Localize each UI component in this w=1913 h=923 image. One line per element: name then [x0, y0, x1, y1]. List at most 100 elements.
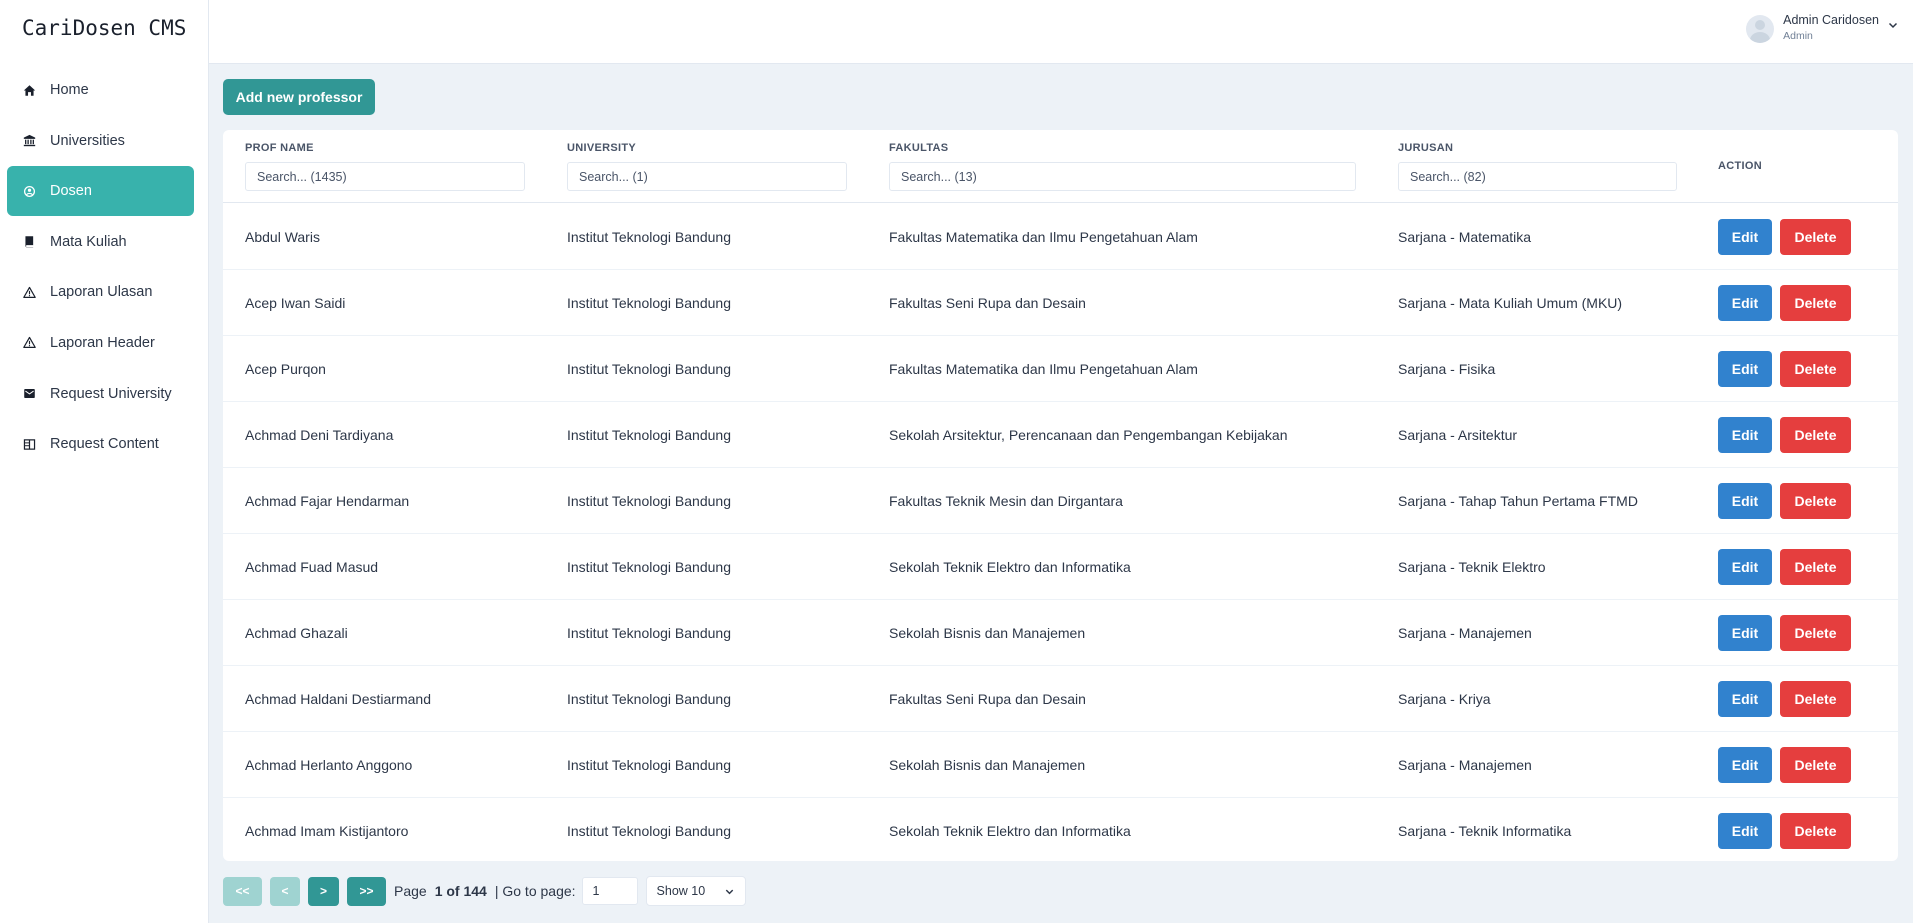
fakultas-cell: Fakultas Matematika dan Ilmu Pengetahuan… — [889, 229, 1198, 245]
university-cell: Institut Teknologi Bandung — [567, 229, 731, 245]
prof-name-cell: Achmad Deni Tardiyana — [245, 427, 394, 443]
previous-page-button[interactable]: < — [270, 876, 300, 906]
user-role: Admin — [1783, 30, 1813, 42]
delete-button[interactable]: Delete — [1780, 747, 1851, 783]
column-header-university: UNIVERSITY — [567, 142, 637, 154]
delete-button[interactable]: Delete — [1780, 285, 1851, 321]
university-cell: Institut Teknologi Bandung — [567, 427, 731, 443]
page-status: 1 of 144 — [434, 883, 487, 899]
jurusan-cell: Sarjana - Kriya — [1398, 691, 1491, 707]
go-to-page-label: | Go to page: — [494, 883, 576, 899]
prof-name-cell: Acep Purqon — [245, 361, 326, 377]
university-cell: Institut Teknologi Bandung — [567, 361, 731, 377]
chevron-down-icon — [1888, 22, 1898, 29]
delete-button[interactable]: Delete — [1780, 549, 1851, 585]
jurusan-cell: Sarjana - Arsitektur — [1398, 427, 1518, 443]
edit-button[interactable]: Edit — [1718, 417, 1772, 453]
table-row: Achmad Herlanto Anggono Institut Teknolog… — [223, 732, 1898, 798]
add-professor-button[interactable]: Add new professor — [223, 79, 375, 115]
pagination: << < > >> Page 1 of 144 | Go to page: Sh… — [223, 876, 746, 906]
page-size-value: Show 10 — [656, 884, 706, 898]
delete-button[interactable]: Delete — [1780, 351, 1851, 387]
jurusan-search-input[interactable] — [1398, 162, 1677, 191]
sidebar-item-request-university[interactable]: Request University — [7, 369, 194, 419]
app-brand: CariDosen CMS — [22, 16, 187, 40]
fakultas-search-input[interactable] — [889, 162, 1356, 191]
prof-name-cell: Achmad Fajar Hendarman — [245, 493, 410, 509]
edit-button[interactable]: Edit — [1718, 681, 1772, 717]
university-cell: Institut Teknologi Bandung — [567, 295, 731, 311]
delete-button[interactable]: Delete — [1780, 615, 1851, 651]
prof-name-search-input[interactable] — [245, 162, 525, 191]
sidebar-item-request-content[interactable]: Request Content — [7, 419, 194, 469]
table-row: Acep Purqon Institut Teknologi Bandung Fak… — [223, 336, 1898, 402]
user-name: Admin Caridosen — [1783, 13, 1879, 27]
sidebar-item-laporan-header[interactable]: Laporan Header — [7, 318, 194, 368]
edit-button[interactable]: Edit — [1718, 483, 1772, 519]
delete-button[interactable]: Delete — [1780, 681, 1851, 717]
prof-name-cell: Achmad Herlanto Anggono — [245, 757, 413, 773]
university-cell: Institut Teknologi Bandung — [567, 823, 731, 839]
top-header: Admin Caridosen Admin — [209, 0, 1913, 64]
last-page-button[interactable]: >> — [347, 876, 386, 906]
table-row: Achmad Fajar Hendarman Institut Teknologi… — [223, 468, 1898, 534]
edit-button[interactable]: Edit — [1718, 615, 1772, 651]
sidebar-item-label: Laporan Header — [50, 334, 155, 351]
first-page-button[interactable]: << — [223, 876, 262, 906]
fakultas-cell: Fakultas Seni Rupa dan Desain — [889, 691, 1086, 707]
delete-button[interactable]: Delete — [1780, 483, 1851, 519]
edit-button[interactable]: Edit — [1718, 285, 1772, 321]
fakultas-cell: Sekolah Bisnis dan Manajemen — [889, 625, 1086, 641]
sidebar: CariDosen CMS Home Universities Dosen Ma… — [0, 0, 209, 923]
delete-button[interactable]: Delete — [1780, 813, 1851, 849]
jurusan-cell: Sarjana - Manajemen — [1398, 757, 1532, 773]
sidebar-item-label: Request Content — [50, 436, 159, 453]
table-row: Achmad Deni Tardiyana Institut Teknologi … — [223, 402, 1898, 468]
mail-icon — [22, 387, 36, 401]
edit-button[interactable]: Edit — [1718, 813, 1772, 849]
columns-icon — [22, 437, 36, 451]
jurusan-cell: Sarjana - Tahap Tahun Pertama FTMD — [1398, 493, 1638, 509]
sidebar-nav: Home Universities Dosen Mata Kuliah Lapo… — [7, 65, 194, 470]
next-page-button[interactable]: > — [308, 876, 339, 906]
dosen-icon — [22, 184, 36, 198]
jurusan-cell: Sarjana - Fisika — [1398, 361, 1496, 377]
university-cell: Institut Teknologi Bandung — [567, 757, 731, 773]
jurusan-cell: Sarjana - Matematika — [1398, 229, 1532, 245]
table-row: Acep Iwan Saidi Institut Teknologi Bandun… — [223, 270, 1898, 336]
prof-name-cell: Achmad Fuad Masud — [245, 559, 379, 575]
edit-button[interactable]: Edit — [1718, 747, 1772, 783]
university-cell: Institut Teknologi Bandung — [567, 691, 731, 707]
page-size-select[interactable]: Show 10 — [645, 876, 746, 906]
sidebar-item-label: Home — [50, 82, 89, 98]
sidebar-item-laporan-ulasan[interactable]: Laporan Ulasan — [7, 267, 194, 317]
sidebar-item-home[interactable]: Home — [7, 65, 194, 115]
sidebar-item-label: Request University — [50, 385, 172, 402]
column-header-jurusan: JURUSAN — [1398, 142, 1454, 154]
edit-button[interactable]: Edit — [1718, 549, 1772, 585]
fakultas-cell: Fakultas Teknik Mesin dan Dirgantara — [889, 493, 1123, 509]
sidebar-item-dosen[interactable]: Dosen — [7, 166, 194, 217]
edit-button[interactable]: Edit — [1718, 351, 1772, 387]
table-row: Abdul Waris Institut Teknologi Bandung Fak… — [223, 204, 1898, 270]
delete-button[interactable]: Delete — [1780, 417, 1851, 453]
sidebar-item-label: Universities — [50, 132, 125, 149]
go-to-page-input[interactable] — [581, 877, 638, 905]
avatar — [1746, 15, 1775, 43]
university-search-input[interactable] — [567, 162, 847, 191]
jurusan-cell: Sarjana - Teknik Informatika — [1398, 823, 1572, 839]
university-cell: Institut Teknologi Bandung — [567, 625, 731, 641]
fakultas-cell: Sekolah Teknik Elektro dan Informatika — [889, 823, 1131, 839]
sidebar-item-label: Mata Kuliah — [50, 233, 127, 250]
fakultas-cell: Sekolah Arsitektur, Perencanaan dan Peng… — [889, 427, 1288, 443]
sidebar-item-universities[interactable]: Universities — [7, 116, 194, 166]
page-label: Page — [394, 883, 427, 899]
prof-name-cell: Achmad Ghazali — [245, 625, 348, 641]
professor-table: PROF NAME UNIVERSITY FAKULTAS JURUSAN AC… — [223, 130, 1898, 861]
sidebar-item-mata-kuliah[interactable]: Mata Kuliah — [7, 217, 194, 267]
university-cell: Institut Teknologi Bandung — [567, 559, 731, 575]
edit-button[interactable]: Edit — [1718, 219, 1772, 255]
user-menu[interactable]: Admin Caridosen Admin — [1746, 13, 1899, 43]
column-header-fakultas: FAKULTAS — [889, 142, 949, 154]
delete-button[interactable]: Delete — [1780, 219, 1851, 255]
